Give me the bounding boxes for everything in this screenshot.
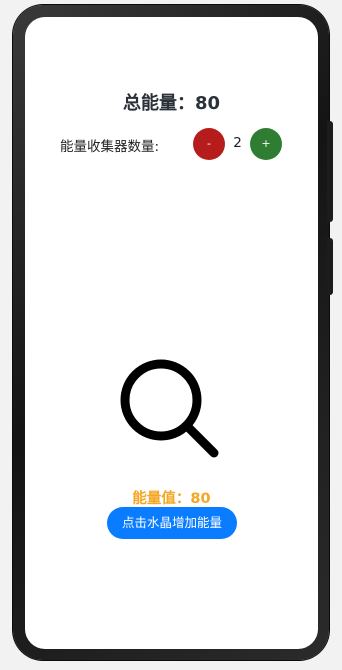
search-icon[interactable] [116,355,226,465]
collector-count-value: 2 [233,135,242,151]
energy-value: 80 [190,491,211,507]
total-energy-title: 总能量：80 [25,89,318,115]
power-button [327,238,333,295]
volume-button [327,121,333,222]
total-energy-label: 总能量： [122,93,195,114]
energy-label: 能量值： [132,491,191,507]
collector-row: 能量收集器数量: - 2 + [25,128,318,160]
app-screen: 总能量：80 能量收集器数量: - 2 + 能量值：80 点击水晶增加能量 [25,17,318,649]
search-icon-graphic [120,359,219,458]
total-energy-value: 80 [194,93,221,114]
add-energy-button[interactable]: 点击水晶增加能量 [107,507,237,539]
increase-collector-button[interactable]: + [250,128,282,160]
decrease-collector-button[interactable]: - [193,128,225,160]
energy-value-display: 能量值：80 [25,487,318,508]
collector-count-label: 能量收集器数量: [60,139,160,155]
